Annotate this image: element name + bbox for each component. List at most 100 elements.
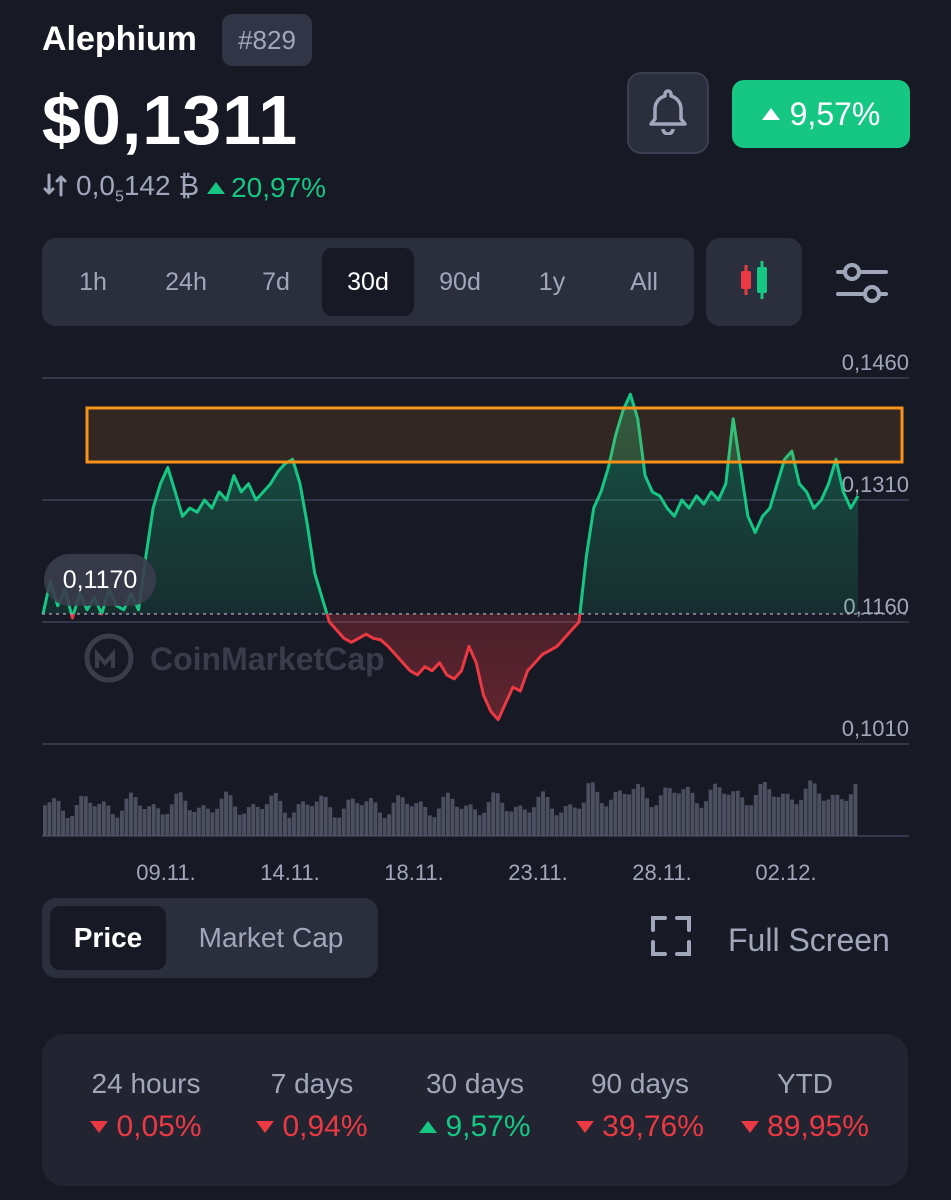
volume-bar (129, 792, 133, 836)
full-screen-button[interactable]: Full Screen (650, 915, 890, 965)
volume-bar (609, 799, 613, 836)
volume-bar (844, 800, 849, 836)
volume-bar (821, 800, 826, 836)
expand-icon (650, 915, 692, 965)
stat-label: 90 days (590, 1068, 690, 1099)
volume-bar (848, 794, 853, 836)
volume-bar (124, 798, 129, 836)
y-tick-label: 0,1010 (842, 716, 909, 741)
volume-bar (513, 806, 518, 836)
resistance-zone-box (85, 406, 904, 464)
volume-bar (799, 800, 803, 836)
volume-bar (672, 792, 677, 836)
stat-value: 0,05% (61, 1110, 231, 1144)
volume-bar (264, 804, 269, 836)
timeframe-tab-1y[interactable]: 1y (506, 248, 598, 316)
x-tick-label: 09.11. (136, 860, 196, 885)
volume-bar (568, 804, 573, 836)
volume-bar (586, 783, 591, 836)
y-tick-label: 0,1460 (842, 350, 909, 375)
timeframe-tab-30d[interactable]: 30d (322, 248, 414, 316)
volume-bar (464, 805, 468, 836)
stat-value: 39,76% (555, 1110, 725, 1144)
stat-7-days: 7 days 0,94% (227, 1068, 397, 1144)
volume-bar (314, 801, 319, 836)
volume-bar (319, 795, 324, 836)
chart-settings-icon[interactable] (834, 258, 890, 308)
volume-bar (106, 805, 111, 836)
volume-bar (790, 799, 794, 836)
volume-bar (400, 797, 405, 836)
volume-bar (47, 802, 52, 836)
volume-bar (532, 807, 536, 836)
volume-bar (545, 797, 550, 836)
x-tick-label: 14.11. (260, 860, 320, 885)
volume-bar (391, 802, 396, 836)
timeframe-tab-24h[interactable]: 24h (140, 248, 232, 316)
timeframe-tab-90d[interactable]: 90d (414, 248, 506, 316)
volume-bar (446, 792, 450, 836)
volume-bar (599, 803, 604, 836)
volume-bar (826, 799, 831, 836)
volume-bar (685, 786, 690, 836)
volume-bar (839, 799, 844, 836)
volume-bar (382, 818, 387, 836)
volume-bar (695, 803, 699, 836)
volume-bar (491, 792, 496, 836)
stat-value: 9,57% (390, 1110, 560, 1144)
price-tab[interactable]: Price (50, 906, 166, 970)
timeframe-tab-all[interactable]: All (598, 248, 690, 316)
volume-bar (817, 793, 822, 836)
volume-bar (622, 794, 627, 836)
volume-bar (156, 808, 161, 836)
volume-bar (364, 801, 369, 836)
volume-bar (52, 798, 56, 836)
volume-bar (369, 798, 373, 836)
volume-bar (473, 809, 477, 836)
price-alert-button[interactable] (627, 72, 709, 154)
x-tick-label: 18.11. (384, 860, 444, 885)
volume-bar (414, 803, 419, 836)
volume-bar (56, 800, 61, 836)
volume-bar (468, 804, 473, 836)
volume-bar (835, 794, 840, 836)
candlestick-toggle-button[interactable] (706, 238, 802, 326)
volume-bar (559, 812, 564, 836)
volume-bar (61, 810, 65, 836)
triangle-down-icon (90, 1121, 109, 1133)
baseline-label: 0,1170 (63, 566, 138, 594)
volume-bar (518, 805, 523, 836)
volume-bar (522, 809, 527, 836)
stat-24-hours: 24 hours 0,05% (61, 1068, 231, 1144)
coin-price: $0,1311 (42, 81, 299, 159)
volume-bar (323, 797, 328, 836)
volume-bar (500, 802, 505, 836)
volume-bar (713, 783, 717, 836)
volume-bar (455, 806, 459, 836)
volume-bar (663, 787, 668, 836)
volume-bar (482, 812, 487, 836)
market-cap-tab[interactable]: Market Cap (172, 906, 370, 970)
volume-bar (301, 801, 305, 836)
volume-bar (450, 798, 455, 836)
price-chart[interactable]: 0,14600,13100,11600,1010CoinMarketCap0,1… (0, 340, 951, 890)
volume-bar (142, 809, 147, 836)
timeframe-tab-7d[interactable]: 7d (230, 248, 322, 316)
volume-bar (459, 808, 464, 836)
timeframe-tab-1h[interactable]: 1h (47, 248, 139, 316)
volume-bar (744, 805, 749, 836)
btc-symbol: ₿ (178, 170, 200, 201)
volume-bar (255, 806, 260, 836)
volume-bar (427, 815, 432, 836)
triangle-up-icon (419, 1121, 438, 1133)
triangle-up-icon (761, 108, 780, 120)
volume-bar (785, 793, 790, 836)
coinmarketcap-logo-icon (84, 633, 134, 683)
stat-ytd: YTD 89,95% (720, 1068, 890, 1144)
volume-bar (726, 794, 731, 836)
volume-bar (731, 791, 736, 836)
volume-bar (79, 796, 84, 836)
x-tick-label: 02.12. (755, 860, 816, 885)
volume-bar (749, 805, 754, 836)
volume-bar (758, 784, 763, 836)
